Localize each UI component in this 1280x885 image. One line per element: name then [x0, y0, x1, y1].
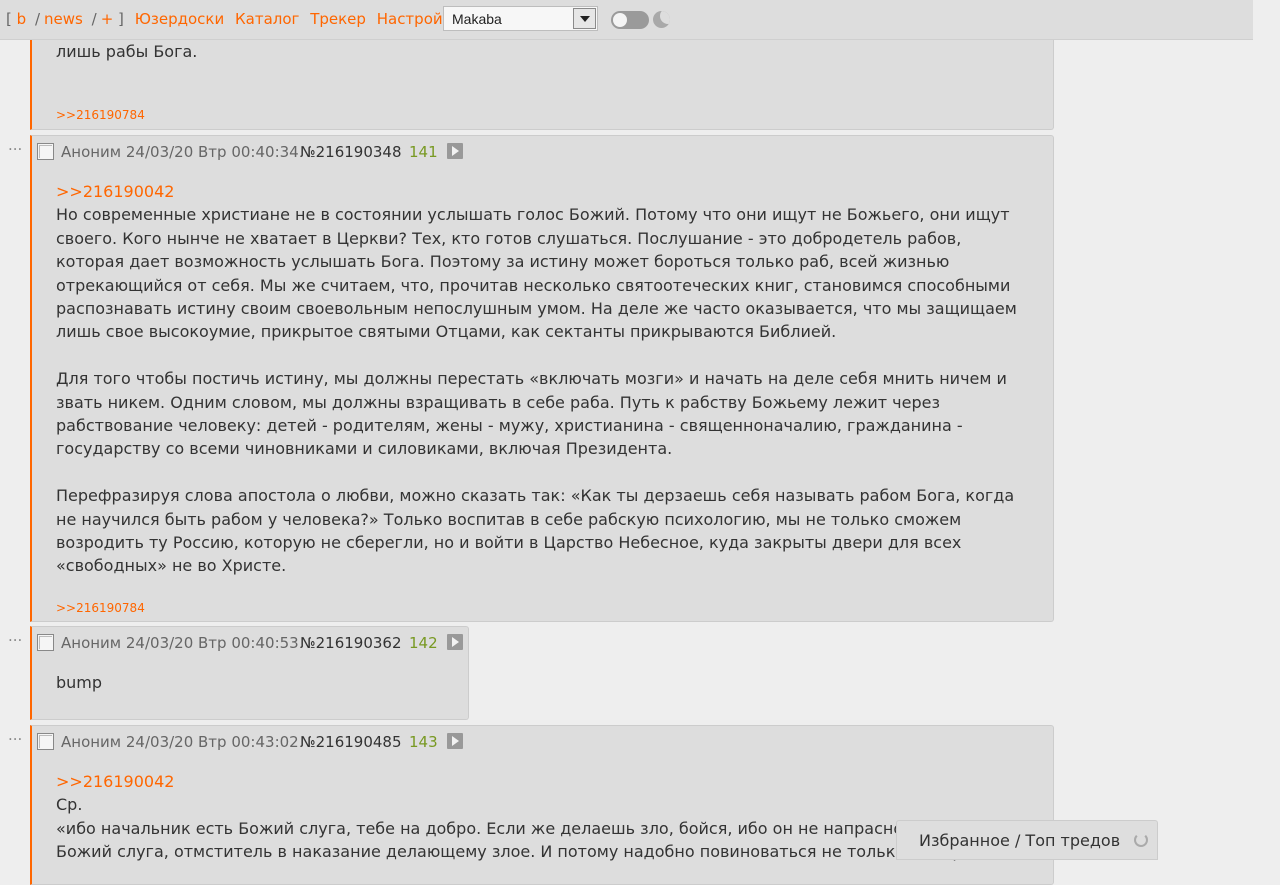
post-checkbox[interactable]: [37, 143, 54, 160]
post-checkbox[interactable]: [37, 634, 54, 651]
play-icon[interactable]: [447, 143, 463, 159]
post-paragraph: bump: [56, 673, 103, 692]
play-icon[interactable]: [447, 733, 463, 749]
post-author-date: Аноним 24/03/20 Втр 00:43:02: [61, 733, 299, 751]
post-line: Ср.: [56, 795, 83, 815]
board-link-b[interactable]: b: [17, 10, 27, 28]
post-paragraph: Перефразируя слова апостола о любви, мож…: [56, 486, 1015, 576]
favorites-label[interactable]: Избранное / Топ тредов: [919, 831, 1120, 850]
top-navigation-bar: [ b / news / + ] Юзердоски Каталог Трекер …: [0, 0, 1253, 40]
backlink[interactable]: >>216190784: [56, 601, 145, 615]
post-paragraph: Для того чтобы постичь истину, мы должны…: [56, 369, 1007, 459]
post-author-date: Аноним 24/03/20 Втр 00:40:34: [61, 143, 299, 161]
post-paragraph: лишь рабы Бога.: [56, 42, 198, 61]
post-number[interactable]: №216190362: [300, 634, 402, 652]
chevron-down-icon[interactable]: [573, 8, 596, 29]
post-author-date: Аноним 24/03/20 Втр 00:40:53: [61, 634, 299, 652]
board-nav: [ b / news / + ] Юзердоски Каталог Трекер …: [6, 10, 461, 28]
post-text: >>216190042 Но современные христиане не …: [56, 180, 1033, 578]
post-menu-dots[interactable]: ...: [8, 138, 22, 153]
post-text: лишь рабы Бога.: [56, 40, 1033, 63]
post-number[interactable]: №216190348: [300, 143, 402, 161]
post: Аноним 24/03/20 Втр 00:40:53 №216190362 …: [30, 626, 469, 720]
bracket-open: [: [6, 10, 12, 28]
menu-tracker[interactable]: Трекер: [310, 10, 366, 28]
style-select-value: Makaba: [452, 11, 502, 27]
theme-toggle[interactable]: [611, 11, 649, 29]
backlink[interactable]: >>216190784: [56, 108, 145, 122]
favorites-panel[interactable]: Избранное / Топ тредов: [896, 820, 1158, 860]
board-separator: /: [34, 10, 41, 28]
post-count: 143: [409, 733, 438, 751]
style-select[interactable]: Makaba: [443, 6, 598, 31]
top-menu: Юзердоски Каталог Трекер Настройки: [129, 10, 462, 28]
post-count: 142: [409, 634, 438, 652]
post-menu-dots[interactable]: ...: [8, 728, 22, 743]
post-text: >>216190042 Ср. «ибо начальник есть Божи…: [56, 770, 1033, 864]
reply-link[interactable]: >>216190042: [56, 770, 1033, 793]
refresh-icon[interactable]: [1134, 833, 1148, 847]
post-line: Божий слуга, отмститель в наказание дела…: [56, 842, 992, 862]
post-number[interactable]: №216190485: [300, 733, 402, 751]
play-icon[interactable]: [447, 634, 463, 650]
post-text: bump: [56, 671, 448, 694]
toggle-knob: [613, 13, 627, 27]
post-paragraph: Но современные христиане не в состоянии …: [56, 205, 1017, 342]
post: Аноним 24/03/20 Втр 00:40:34 №216190348 …: [30, 135, 1054, 622]
bracket-close: ]: [118, 10, 124, 28]
post-count: 141: [409, 143, 438, 161]
menu-userboards[interactable]: Юзердоски: [135, 10, 225, 28]
board-separator: /: [91, 10, 97, 28]
post-menu-dots[interactable]: ...: [8, 629, 22, 644]
post-line: «ибо начальник есть Божий слуга, тебе на…: [56, 818, 1025, 838]
post-checkbox[interactable]: [37, 733, 54, 750]
moon-icon: [653, 11, 670, 28]
board-link-plus[interactable]: +: [101, 10, 114, 28]
menu-catalog[interactable]: Каталог: [235, 10, 299, 28]
board-link-news[interactable]: news: [44, 10, 83, 28]
post: Аноним 24/03/20 Втр 00:43:02 №216190485 …: [30, 725, 1054, 885]
reply-link[interactable]: >>216190042: [56, 180, 1033, 203]
